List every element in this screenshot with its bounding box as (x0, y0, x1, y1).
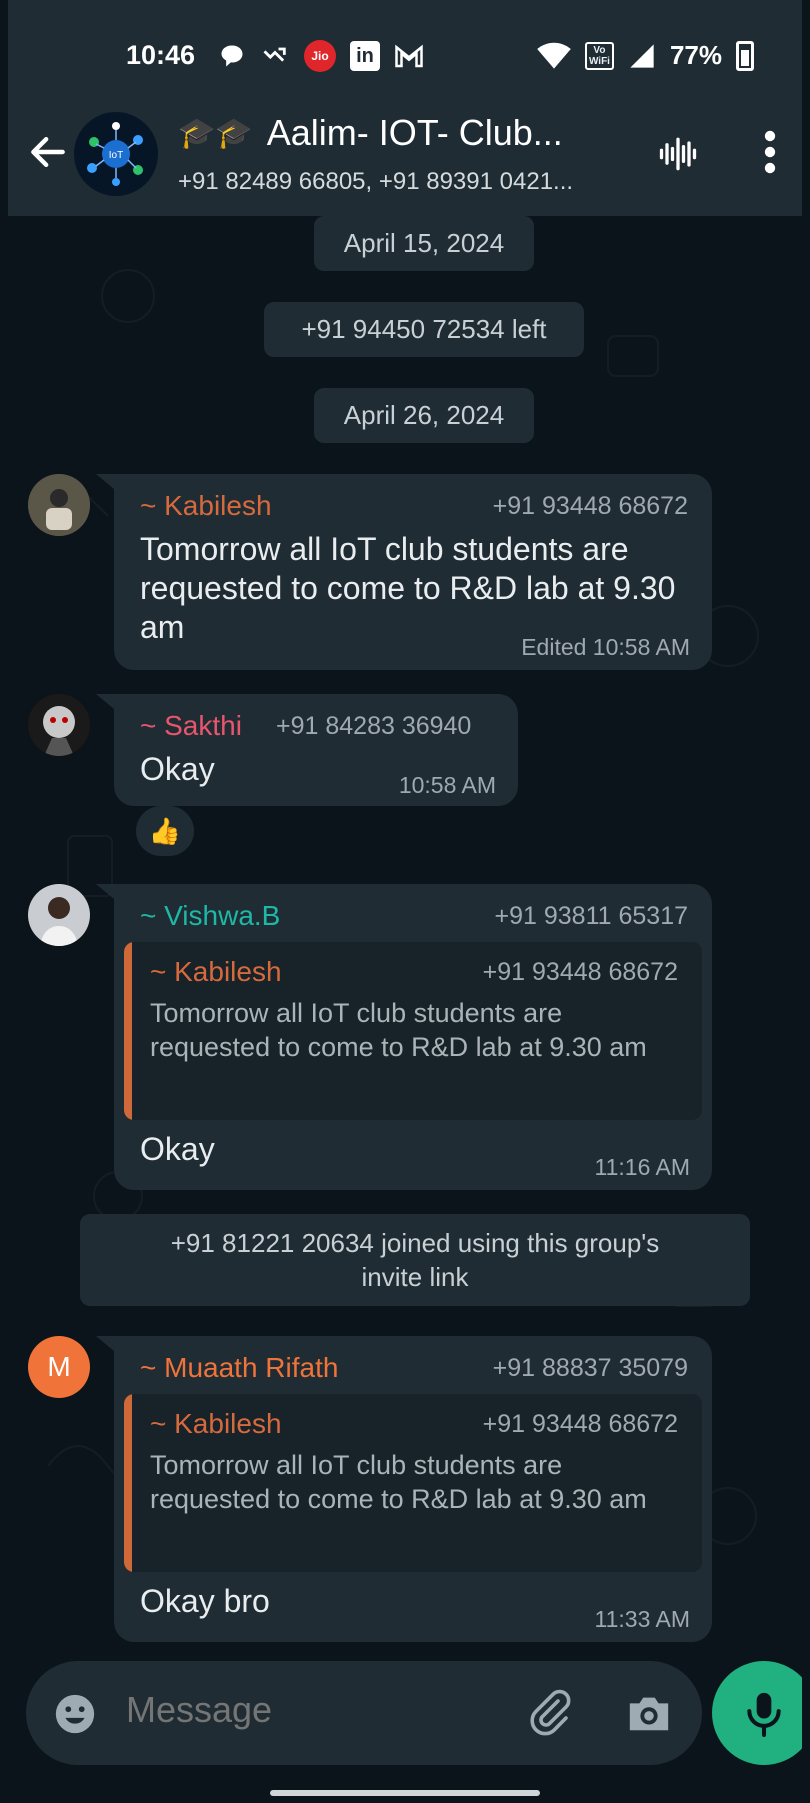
gesture-nav-handle[interactable] (270, 1790, 540, 1796)
message-bubble[interactable]: ~ Vishwa.B +91 93811 65317 ~ Kabilesh +9… (114, 884, 712, 1190)
message-time: 11:33 AM (594, 1606, 690, 1632)
sender-name[interactable]: ~ Vishwa.B (140, 900, 280, 932)
missed-call-icon (260, 41, 290, 71)
system-message-left: +91 94450 72534 left (264, 302, 584, 357)
chat-header: IoT 🎓🎓 Aalim- IOT- Club... +91 82489 668… (8, 92, 802, 216)
message-bubble[interactable]: ~ Kabilesh +91 93448 68672 Tomorrow all … (114, 474, 712, 670)
message-time: 10:58 AM (398, 772, 496, 798)
sender-name[interactable]: ~ Kabilesh (140, 490, 272, 522)
bubble-tail (96, 694, 120, 714)
group-title-row[interactable]: 🎓🎓 Aalim- IOT- Club... (178, 112, 563, 154)
battery-icon (736, 40, 754, 71)
group-members[interactable]: +91 82489 66805, +91 89391 0421... (178, 168, 573, 196)
system-message-joined: +91 81221 20634 joined using this group'… (80, 1214, 750, 1306)
status-time: 10:46 (126, 40, 196, 70)
avatar-letter: M (47, 1351, 71, 1382)
bubble-tail (96, 474, 120, 494)
back-arrow-icon[interactable] (26, 130, 70, 174)
quoted-text: Tomorrow all IoT club students are reque… (150, 998, 647, 1062)
camera-icon[interactable] (626, 1691, 672, 1735)
quoted-phone: +91 93448 68672 (482, 958, 678, 986)
system-icons: Vo WiFi 77% (537, 40, 754, 71)
sender-name[interactable]: ~ Sakthi (140, 710, 242, 742)
jio-icon: Jio (304, 40, 336, 72)
message-time: Edited 10:58 AM (521, 634, 690, 660)
group-avatar[interactable]: IoT (74, 112, 158, 196)
battery-percent: 77% (669, 40, 722, 70)
vowifi-icon: Vo WiFi (584, 41, 614, 70)
voice-chat-icon[interactable] (656, 132, 700, 176)
linkedin-icon: in (350, 41, 380, 71)
chat-screen: 10:46 Jio in Vo WiFi 77% IoT 🎓🎓 Aalim- I… (8, 0, 802, 1803)
message-time: 11:16 AM (594, 1154, 690, 1180)
date-separator: April 15, 2024 (314, 216, 534, 271)
message-composer (26, 1661, 702, 1765)
sender-name[interactable]: ~ Muaath Rifath (140, 1352, 338, 1384)
svg-text:IoT: IoT (109, 150, 123, 161)
message-text: Okay (140, 1131, 215, 1167)
notification-icons: Jio in (218, 40, 424, 72)
quote-accent-bar (124, 1394, 132, 1572)
message-list[interactable]: April 15, 2024 +91 94450 72534 left Apri… (8, 216, 802, 1656)
bubble-tail (96, 1336, 120, 1356)
quoted-phone: +91 93448 68672 (482, 1410, 678, 1438)
paperclip-icon[interactable] (526, 1689, 574, 1737)
avatar[interactable]: M (28, 1336, 90, 1398)
quoted-message[interactable]: ~ Kabilesh +91 93448 68672 Tomorrow all … (124, 1394, 702, 1572)
quoted-text: Tomorrow all IoT club students are reque… (150, 1450, 647, 1514)
message-input[interactable] (126, 1689, 466, 1731)
quoted-message[interactable]: ~ Kabilesh +91 93448 68672 Tomorrow all … (124, 942, 702, 1120)
quoted-sender: ~ Kabilesh (150, 956, 282, 987)
avatar[interactable] (28, 474, 90, 536)
signal-icon (628, 41, 656, 71)
sender-phone: +91 88837 35079 (492, 1354, 688, 1382)
chat-bubble-icon (218, 41, 246, 71)
avatar[interactable] (28, 694, 90, 756)
group-title: Aalim- IOT- Club... (266, 112, 563, 153)
sender-phone: +91 93811 65317 (494, 902, 688, 930)
message-bubble[interactable]: ~ Sakthi +91 84283 36940 Okay 10:58 AM (114, 694, 518, 806)
bubble-tail (96, 884, 120, 904)
reaction-thumbs-up[interactable]: 👍 (136, 806, 194, 856)
graduation-cap-emoji: 🎓🎓 (178, 116, 253, 150)
quoted-sender: ~ Kabilesh (150, 1408, 282, 1439)
sender-phone: +91 84283 36940 (276, 712, 472, 740)
status-bar: 10:46 Jio in Vo WiFi 77% (8, 0, 802, 92)
date-separator: April 26, 2024 (314, 388, 534, 443)
message-text: Tomorrow all IoT club students are reque… (140, 531, 676, 645)
sender-phone: +91 93448 68672 (492, 492, 688, 520)
wifi-icon (537, 41, 571, 71)
quote-accent-bar (124, 942, 132, 1120)
message-bubble[interactable]: ~ Muaath Rifath +91 88837 35079 ~ Kabile… (114, 1336, 712, 1642)
message-text: Okay bro (140, 1583, 270, 1619)
more-options-icon[interactable] (760, 128, 780, 176)
gmail-icon (394, 41, 424, 71)
emoji-icon[interactable] (52, 1691, 98, 1737)
mic-button[interactable] (712, 1661, 802, 1765)
message-text: Okay (140, 751, 215, 787)
microphone-icon (747, 1692, 781, 1737)
avatar[interactable] (28, 884, 90, 946)
